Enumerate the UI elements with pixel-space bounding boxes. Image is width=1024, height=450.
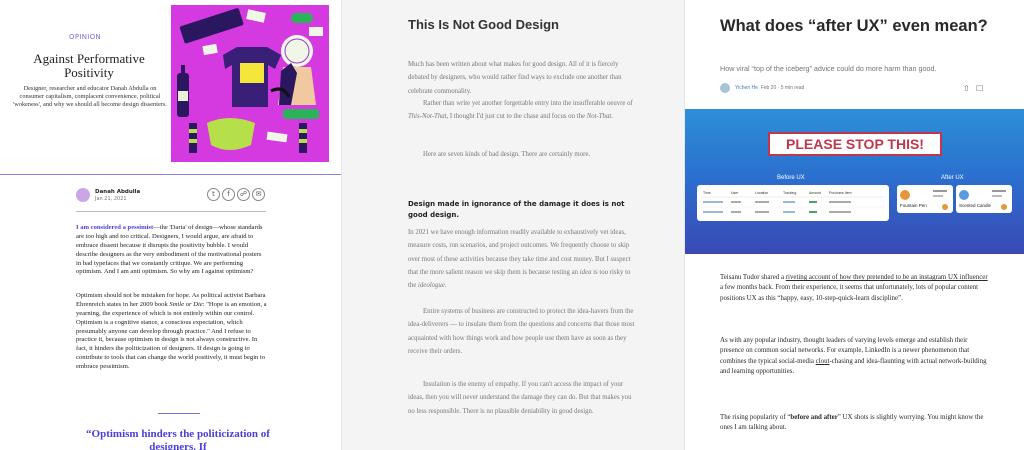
table-header: User (731, 191, 739, 195)
meta-divider (76, 211, 266, 212)
hero-image: PLEASE STOP THIS! Before UX After UX Tim… (685, 109, 1024, 254)
article-header: OPINION Against Performative Positivity … (0, 0, 341, 172)
body-paragraph: Teisanu Tudor shared a riveting account … (720, 274, 988, 302)
article-link[interactable]: riveting account of how they pretended t… (786, 274, 988, 281)
email-share-icon[interactable]: ✉ (252, 188, 265, 201)
article-subtitle: How viral “top of the iceberg” advice co… (720, 64, 937, 73)
table-header: Time (703, 191, 711, 195)
publish-date: Jan 21, 2021 (95, 196, 127, 202)
article-title: Against Performative Positivity (33, 51, 145, 80)
body-paragraph: I am considered a pessimist—the 'Daria' … (76, 224, 263, 276)
hero-illustration (171, 5, 329, 162)
quote-rule (158, 413, 200, 414)
lead-text: I am considered a pessimist (76, 224, 154, 231)
pull-quote: “Optimism hinders the politicization of … (86, 428, 270, 450)
article-subtitle: Designer, researcher and educator Danah … (13, 85, 167, 109)
card-label: Scented Candle (959, 203, 992, 208)
before-label: Before UX (777, 175, 805, 181)
body-paragraph: The rising popularity of “before and aft… (720, 414, 984, 432)
body-paragraph: Rather than write yet another forgettabl… (408, 100, 633, 121)
article-panel-after-ux: What does “after UX” even mean? How vira… (684, 0, 1024, 450)
section-heading: Design made in ignorance of the damage i… (408, 200, 625, 219)
table-header: Amount (809, 191, 821, 195)
before-table-card: Time User Location Tracking Amount Purch… (697, 185, 889, 221)
article-panel-performative-positivity: OPINION Against Performative Positivity … (0, 0, 342, 450)
article-meta: Yichen He Feb 20 · 5 min read (735, 85, 805, 91)
article-panel-not-good-design: This Is Not Good Design Much has been wr… (342, 0, 684, 450)
bookmark-icon[interactable]: ☐ (976, 84, 983, 93)
body-paragraph: As with any popular industry, thought le… (720, 337, 987, 376)
table-header: Tracking (783, 191, 796, 195)
category-label[interactable]: OPINION (0, 33, 170, 41)
table-header: Location (755, 191, 768, 195)
author-name[interactable]: Yichen He (735, 85, 758, 91)
after-card-scented-candle: Scented Candle (956, 185, 1012, 213)
body-paragraph: Entire systems of business are construct… (408, 308, 635, 355)
body-paragraph: Insulation is the enemy of empathy. If y… (408, 381, 632, 415)
facebook-share-icon[interactable]: f (222, 188, 235, 201)
article-title: What does “after UX” even mean? (720, 17, 988, 35)
body-paragraph: In 2021 we have enough information readi… (408, 229, 631, 289)
after-card-fountain-pen: Fountain Pen (897, 185, 953, 213)
clout-link[interactable]: clout (816, 358, 830, 365)
author-avatar[interactable] (720, 83, 730, 93)
author-name[interactable]: Danah Abdulla (95, 189, 140, 195)
card-label: Fountain Pen (900, 203, 927, 208)
author-avatar[interactable] (76, 188, 90, 202)
body-paragraph: Much has been written about what makes f… (408, 61, 622, 95)
share-icon[interactable]: ⇧ (963, 84, 970, 93)
body-paragraph: Here are seven kinds of bad design. Ther… (423, 151, 591, 158)
article-title: This Is Not Good Design (408, 17, 559, 32)
body-paragraph: Optimism should not be mistaken for hope… (76, 292, 267, 371)
twitter-share-icon[interactable]: t (207, 188, 220, 201)
table-header: Purchase Item (829, 191, 852, 195)
stop-banner: PLEASE STOP THIS! (768, 132, 942, 156)
section-divider (0, 174, 341, 175)
after-label: After UX (941, 175, 964, 181)
link-share-icon[interactable]: ☍ (237, 188, 250, 201)
